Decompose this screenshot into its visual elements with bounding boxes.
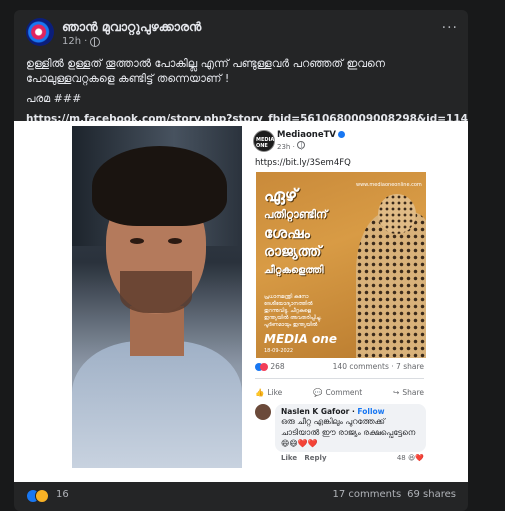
shared-post-time: 23h · [277, 141, 306, 151]
comment-reaction-count: 48 😆❤️ [396, 454, 424, 462]
post-text-line: പരമ ### [26, 92, 82, 105]
page-name[interactable]: ഞാൻ മുവാറ്റുപുഴക്കാരൻ [62, 19, 201, 35]
shared-like: 👍 Like [255, 387, 283, 397]
post-time[interactable]: 12h [62, 36, 81, 47]
post-header: ഞാൻ മുവാറ്റുപുഴക്കാരൻ 12h · ··· [26, 18, 458, 52]
shared-actions: 👍 Like 💬 Comment ↪ Share [255, 378, 424, 400]
shared-comment: 💬 Comment [313, 387, 363, 397]
shared-comment-item: Naslen K Gafoor · Follow ഒരു ചീറ്റ എങ്കി… [255, 404, 426, 464]
poster-headline: പതിറ്റാണ്ടിന് [264, 208, 328, 221]
comment-actions: Like Reply [281, 454, 327, 462]
haha-reaction-icon[interactable] [35, 489, 49, 503]
post-meta: 12h · [62, 36, 101, 47]
post-image[interactable]: MEDIA ONE MediaoneTV 23h · https://bit.l… [14, 121, 468, 482]
poster-brand: MEDIA one [264, 332, 337, 346]
poster-date: 18-09-2022 [264, 348, 294, 354]
love-reaction-icon [260, 363, 268, 371]
shared-share: ↪ Share [393, 387, 424, 397]
post-card: ഞാൻ മുവാറ്റുപുഴക്കാരൻ 12h · ··· ഉള്ളിൽ ഉ… [14, 10, 468, 511]
post-text-line: ഉള്ളിൽ ഉള്ളത് തൂത്താൽ പോകില്ല എന്ന് പണ്ട… [26, 57, 385, 85]
shared-post-header: MEDIA ONE MediaoneTV 23h · [253, 130, 426, 154]
shared-page-name: MediaoneTV [277, 130, 345, 140]
page-avatar[interactable] [26, 18, 54, 46]
news-poster: www.mediaoneonline.com ഏഴ് പതിറ്റാണ്ടിന്… [256, 172, 426, 358]
commenter-avatar [255, 404, 271, 420]
shared-reactions: 268 140 comments · 7 share [255, 362, 424, 374]
verified-icon [338, 131, 345, 138]
post-footer: 16 17 comments 69 shares [26, 486, 456, 506]
poster-headline: രാജ്യത്ത് [264, 244, 322, 260]
comment-text: ഒരു ചീറ്റ എങ്കിലും പുറത്തേക്ക് ചാടിയാൽ ഈ… [281, 417, 416, 448]
portrait-photo [72, 126, 242, 468]
poster-headline: ശേഷം [264, 224, 310, 242]
more-options-button[interactable]: ··· [442, 20, 458, 36]
cheetah-image [356, 212, 426, 358]
poster-body: പ്രധാനമന്ത്രി കുനോ ദേശീയോദ്യാനത്തിൽ തുറന… [264, 294, 322, 328]
poster-headline: ഏഴ് [264, 186, 298, 206]
reaction-count[interactable]: 16 [56, 489, 69, 500]
shared-post-link: https://bit.ly/3Sem4FQ [255, 158, 351, 168]
mediaone-logo: MEDIA ONE [253, 130, 275, 152]
shared-post-screenshot: MEDIA ONE MediaoneTV 23h · https://bit.l… [249, 126, 430, 468]
shares-count[interactable]: 69 shares [407, 489, 456, 500]
commenter-name: Naslen K Gafoor [281, 407, 350, 416]
poster-headline: ചീറ്റകളെത്തി [264, 265, 324, 276]
globe-icon [90, 36, 101, 47]
comments-count[interactable]: 17 comments [333, 489, 402, 500]
comment-bubble: Naslen K Gafoor · Follow ഒരു ചീറ്റ എങ്കി… [275, 404, 426, 452]
globe-icon [297, 141, 306, 150]
